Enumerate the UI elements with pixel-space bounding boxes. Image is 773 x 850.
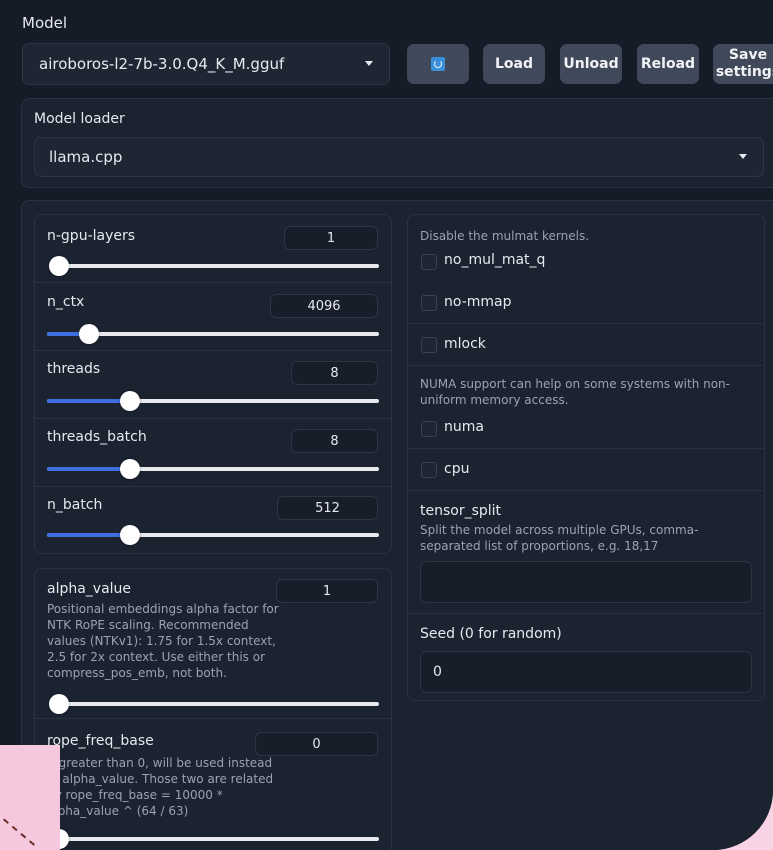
chevron-down-icon bbox=[365, 61, 373, 66]
seed-row: Seed (0 for random) 0 bbox=[408, 614, 764, 702]
rope-freq-base-description: If greater than 0, will be used instead … bbox=[47, 756, 274, 818]
settings-panel: n-gpu-layers 1 n_ctx 4096 threads 8 thre… bbox=[21, 200, 773, 850]
cpu-checkbox[interactable] bbox=[421, 462, 437, 478]
n-gpu-layers-label: n-gpu-layers bbox=[47, 228, 136, 244]
numa-checkbox[interactable] bbox=[421, 421, 437, 437]
cpu-row: cpu bbox=[408, 449, 764, 489]
slider-thumb[interactable] bbox=[49, 256, 69, 276]
threads-batch-label: threads_batch bbox=[47, 429, 147, 445]
model-loader-panel: Model loader llama.cpp bbox=[21, 98, 773, 188]
rope-freq-base-label: rope_freq_base bbox=[47, 733, 154, 749]
slider-thumb[interactable] bbox=[78, 324, 99, 344]
n-gpu-layers-input[interactable]: 1 bbox=[284, 226, 378, 250]
numa-info: NUMA support can help on some systems wi… bbox=[420, 377, 730, 407]
no-mul-mat-q-label[interactable]: no_mul_mat_q bbox=[444, 252, 545, 268]
slider-fill bbox=[47, 399, 130, 403]
threads-slider[interactable] bbox=[47, 391, 379, 411]
threads-batch-row: threads_batch 8 bbox=[35, 419, 391, 486]
numa-row: NUMA support can help on some systems wi… bbox=[408, 366, 764, 448]
n-gpu-layers-slider[interactable] bbox=[49, 256, 379, 276]
rope-freq-base-input[interactable]: 0 bbox=[255, 732, 378, 756]
alpha-value-input[interactable]: 1 bbox=[276, 579, 378, 603]
slider-fill bbox=[47, 533, 130, 537]
model-label: Model bbox=[22, 14, 68, 32]
mulmat-info: Disable the mulmat kernels. bbox=[420, 229, 590, 243]
slider-fill bbox=[47, 467, 130, 471]
tensor-split-description: Split the model across multiple GPUs, co… bbox=[420, 523, 699, 553]
model-dropdown[interactable]: airoboros-l2-7b-3.0.Q4_K_M.gguf bbox=[22, 43, 390, 85]
threads-input[interactable]: 8 bbox=[291, 361, 378, 385]
seed-label: Seed (0 for random) bbox=[420, 626, 562, 642]
save-settings-button[interactable]: Save settings bbox=[713, 44, 773, 84]
n-ctx-row: n_ctx 4096 bbox=[35, 283, 391, 351]
threads-label: threads bbox=[47, 361, 101, 377]
threads-batch-slider[interactable] bbox=[47, 459, 379, 479]
unload-button[interactable]: Unload bbox=[560, 44, 622, 84]
model-loader-label: Model loader bbox=[34, 111, 125, 127]
n-batch-slider[interactable] bbox=[47, 525, 379, 545]
n-batch-input[interactable]: 512 bbox=[277, 496, 378, 520]
tensor-split-row: tensor_split Split the model across mult… bbox=[408, 491, 764, 613]
alpha-value-description: Positional embeddings alpha factor for N… bbox=[47, 602, 279, 680]
tensor-split-label: tensor_split bbox=[420, 503, 502, 519]
rope-freq-base-row: rope_freq_base 0 If greater than 0, will… bbox=[35, 719, 391, 850]
refresh-button[interactable] bbox=[407, 44, 469, 84]
slider-thumb[interactable] bbox=[120, 459, 140, 479]
n-batch-row: n_batch 512 bbox=[35, 487, 391, 555]
model-selected: airoboros-l2-7b-3.0.Q4_K_M.gguf bbox=[39, 55, 285, 73]
no-mmap-label[interactable]: no-mmap bbox=[444, 294, 512, 310]
n-ctx-slider[interactable] bbox=[47, 324, 379, 344]
threads-batch-input[interactable]: 8 bbox=[291, 429, 378, 453]
model-loader-selected: llama.cpp bbox=[49, 148, 123, 166]
n-ctx-label: n_ctx bbox=[47, 294, 85, 310]
no-mmap-checkbox[interactable] bbox=[421, 295, 437, 311]
tensor-split-input[interactable] bbox=[420, 561, 752, 603]
threads-row: threads 8 bbox=[35, 351, 391, 419]
options-group: Disable the mulmat kernels. no_mul_mat_q… bbox=[407, 214, 765, 701]
model-loader-dropdown[interactable]: llama.cpp bbox=[34, 137, 764, 177]
slider-thumb[interactable] bbox=[120, 391, 140, 411]
mlock-checkbox[interactable] bbox=[421, 337, 437, 353]
n-gpu-layers-row: n-gpu-layers 1 bbox=[35, 215, 391, 283]
seed-input[interactable]: 0 bbox=[420, 651, 752, 693]
app-window: Model airoboros-l2-7b-3.0.Q4_K_M.gguf Lo… bbox=[0, 0, 773, 850]
load-button[interactable]: Load bbox=[483, 44, 545, 84]
rope-group: alpha_value 1 Positional embeddings alph… bbox=[34, 568, 392, 850]
refresh-icon bbox=[431, 57, 445, 71]
rope-freq-base-slider[interactable] bbox=[49, 829, 379, 849]
mlock-label[interactable]: mlock bbox=[444, 336, 486, 352]
no-mul-mat-q-checkbox[interactable] bbox=[421, 254, 437, 270]
cpu-label[interactable]: cpu bbox=[444, 461, 469, 477]
alpha-value-slider[interactable] bbox=[49, 694, 379, 714]
alpha-value-row: alpha_value 1 Positional embeddings alph… bbox=[35, 569, 391, 719]
n-batch-label: n_batch bbox=[47, 497, 103, 513]
n-ctx-input[interactable]: 4096 bbox=[270, 294, 378, 318]
reload-button[interactable]: Reload bbox=[637, 44, 699, 84]
mulmat-row: Disable the mulmat kernels. no_mul_mat_q… bbox=[408, 215, 764, 335]
slider-thumb[interactable] bbox=[49, 694, 69, 714]
numa-label[interactable]: numa bbox=[444, 419, 484, 435]
slider-group: n-gpu-layers 1 n_ctx 4096 threads 8 thre… bbox=[34, 214, 392, 554]
slider-thumb[interactable] bbox=[120, 525, 140, 545]
decorative-corner bbox=[0, 745, 60, 850]
chevron-down-icon bbox=[739, 154, 747, 159]
mlock-row: mlock bbox=[408, 324, 764, 364]
alpha-value-label: alpha_value bbox=[47, 581, 132, 597]
